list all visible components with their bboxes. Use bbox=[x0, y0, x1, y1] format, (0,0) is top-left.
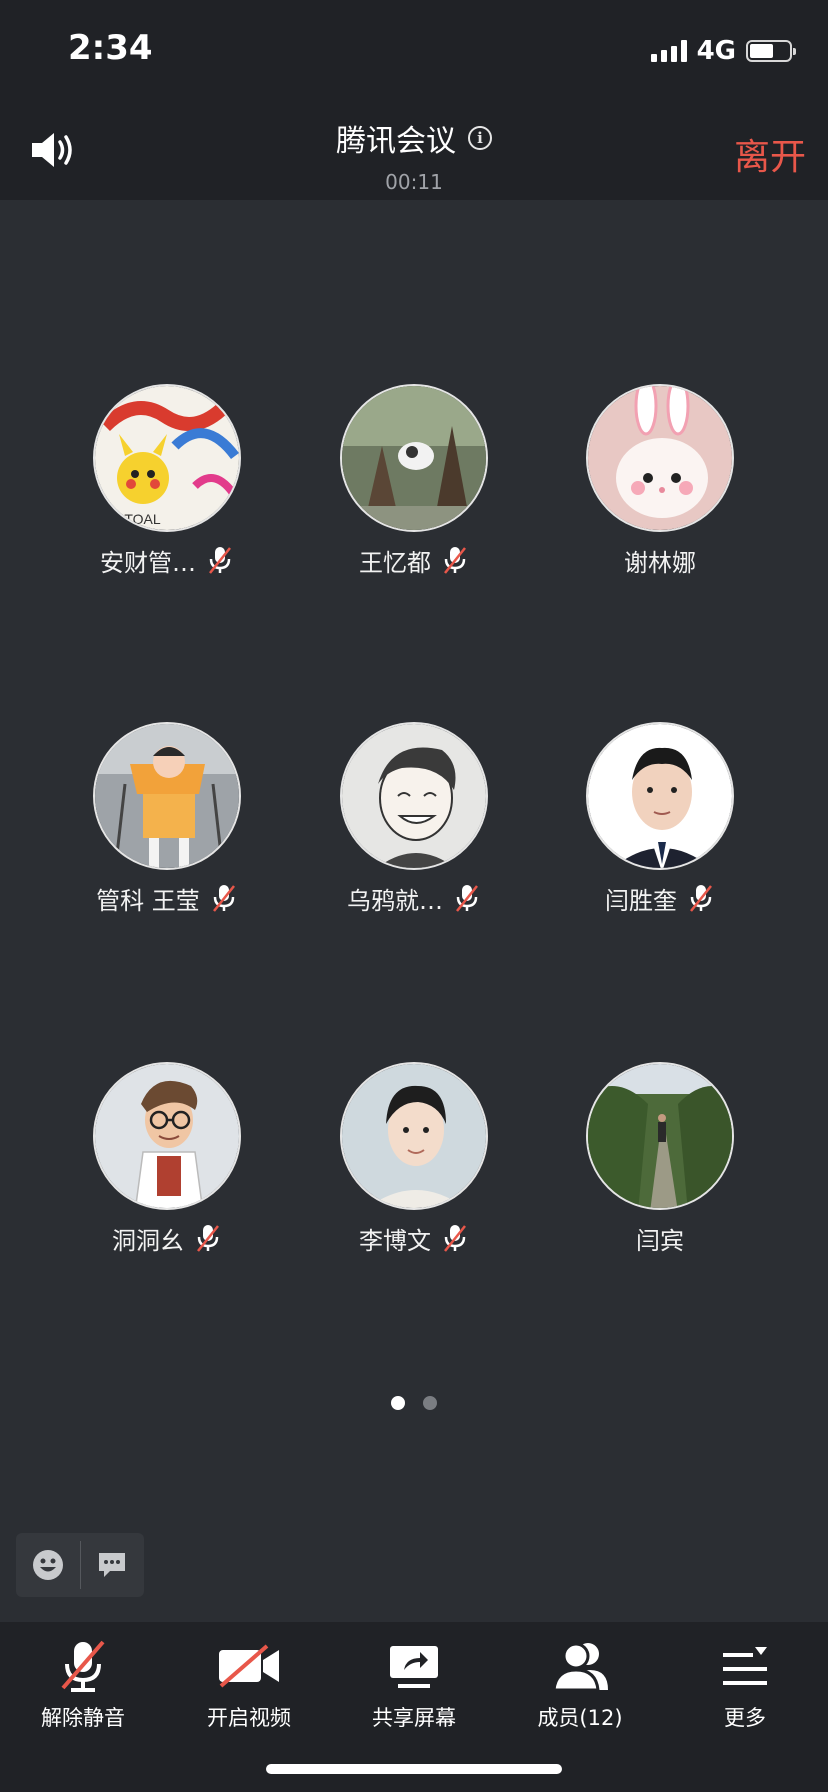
participant-tile[interactable]: 乌鸦就… bbox=[294, 722, 534, 915]
share-screen-button[interactable]: 共享屏幕 bbox=[331, 1636, 497, 1732]
page-dot[interactable] bbox=[423, 1396, 437, 1410]
home-indicator[interactable] bbox=[266, 1764, 562, 1774]
members-button[interactable]: 成员(12) bbox=[497, 1636, 663, 1732]
chat-button[interactable] bbox=[81, 1533, 145, 1597]
more-menu-icon bbox=[723, 1647, 767, 1685]
mic-muted-icon bbox=[444, 547, 466, 574]
share-screen-label: 共享屏幕 bbox=[372, 1706, 456, 1730]
participant-name: 谢林娜 bbox=[624, 548, 696, 577]
unmute-button[interactable]: 解除静音 bbox=[0, 1636, 166, 1732]
participant-tile[interactable]: 管科 王莹 bbox=[47, 722, 287, 915]
avatar bbox=[340, 722, 488, 870]
video-off-icon bbox=[219, 1644, 279, 1688]
participant-tile[interactable]: 李博文 bbox=[294, 1062, 534, 1255]
meeting-timer: 00:11 bbox=[385, 170, 443, 194]
participant-name: 管科 王莹 bbox=[96, 886, 200, 915]
avatar bbox=[586, 384, 734, 532]
svg-text:STOAL: STOAL bbox=[115, 511, 161, 527]
participant-name: 安财管… bbox=[100, 548, 196, 577]
start-video-label: 开启视频 bbox=[207, 1706, 291, 1730]
mic-muted-icon bbox=[212, 885, 235, 912]
members-label: 成员(12) bbox=[537, 1706, 623, 1730]
unmute-label: 解除静音 bbox=[41, 1706, 125, 1730]
participant-name: 王忆都 bbox=[359, 548, 431, 577]
clock-time: 2:34 bbox=[68, 28, 153, 68]
participant-tile[interactable]: STOAL 安财管… bbox=[47, 384, 287, 577]
network-type: 4G bbox=[696, 36, 736, 66]
participant-name: 李博文 bbox=[359, 1226, 431, 1255]
participant-name: 闫胜奎 bbox=[605, 886, 677, 915]
page-indicator bbox=[0, 1396, 828, 1410]
participant-tile[interactable]: 王忆都 bbox=[294, 384, 534, 577]
avatar bbox=[340, 1062, 488, 1210]
meeting-header: 腾讯会议 i 00:11 离开 bbox=[0, 100, 828, 200]
more-button[interactable]: 更多 bbox=[662, 1636, 828, 1732]
avatar bbox=[93, 1062, 241, 1210]
participant-name: 洞洞幺 bbox=[112, 1226, 184, 1255]
start-video-button[interactable]: 开启视频 bbox=[166, 1636, 332, 1732]
mic-muted-icon bbox=[197, 1225, 219, 1252]
more-label: 更多 bbox=[724, 1706, 766, 1730]
share-screen-icon bbox=[390, 1646, 438, 1688]
avatar bbox=[340, 384, 488, 532]
avatar bbox=[586, 1062, 734, 1210]
page-dot-active[interactable] bbox=[391, 1396, 405, 1410]
status-bar: 2:34 4G bbox=[0, 0, 828, 100]
status-indicators: 4G bbox=[650, 36, 796, 66]
meeting-title-area: 腾讯会议 i 00:11 bbox=[0, 116, 828, 194]
meeting-title: 腾讯会议 bbox=[336, 124, 456, 159]
avatar bbox=[93, 722, 241, 870]
participant-name: 乌鸦就… bbox=[347, 886, 443, 915]
chat-bubble-icon bbox=[99, 1553, 126, 1577]
info-icon[interactable]: i bbox=[468, 126, 492, 150]
mic-muted-icon bbox=[690, 885, 712, 912]
emoji-button[interactable] bbox=[16, 1533, 80, 1597]
participant-tile[interactable]: 闫宾 bbox=[540, 1062, 780, 1255]
avatar bbox=[586, 722, 734, 870]
emoji-icon bbox=[32, 1550, 63, 1580]
mic-muted-icon bbox=[61, 1640, 105, 1692]
participant-name: 闫宾 bbox=[636, 1226, 684, 1255]
participant-tile[interactable]: 洞洞幺 bbox=[47, 1062, 287, 1255]
mic-muted-icon bbox=[209, 547, 231, 574]
participant-tile[interactable]: 闫胜奎 bbox=[540, 722, 780, 915]
members-icon bbox=[552, 1642, 608, 1692]
signal-icon bbox=[650, 40, 687, 62]
reaction-chat-box bbox=[16, 1533, 144, 1597]
battery-icon bbox=[746, 40, 796, 62]
mic-muted-icon bbox=[456, 885, 478, 912]
mic-muted-icon bbox=[444, 1225, 466, 1252]
avatar: STOAL bbox=[93, 384, 241, 532]
participant-tile[interactable]: 谢林娜 bbox=[540, 384, 780, 577]
leave-button[interactable]: 离开 bbox=[734, 128, 806, 180]
